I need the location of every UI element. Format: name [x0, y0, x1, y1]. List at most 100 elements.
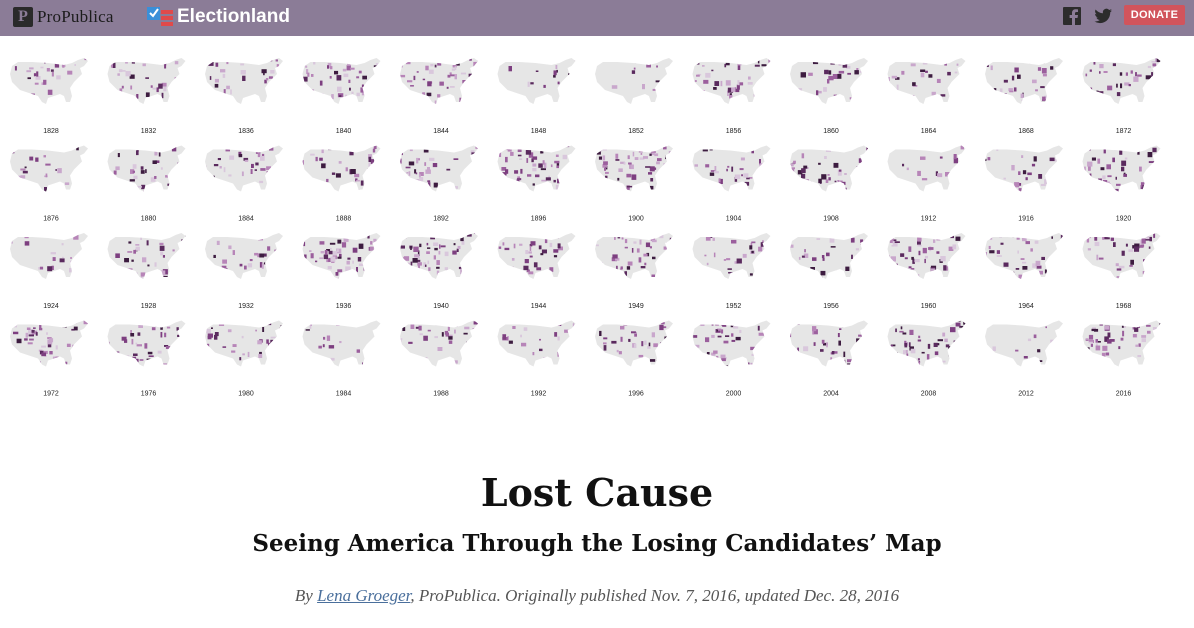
- election-map-1924[interactable]: 1924: [8, 233, 89, 310]
- map-outline: [302, 320, 381, 367]
- election-map-1964[interactable]: 1964: [984, 233, 1066, 310]
- election-map-1840[interactable]: 1840: [302, 56, 384, 135]
- map-year-label: 1936: [336, 303, 352, 310]
- election-map-1960[interactable]: 1960: [886, 233, 969, 310]
- map-year-label: 1904: [726, 216, 742, 223]
- map-year-label: 1884: [238, 216, 254, 223]
- election-map-1848[interactable]: 1848: [496, 56, 577, 135]
- author-link[interactable]: Lena Groeger: [317, 586, 410, 605]
- map-outline: [985, 58, 1063, 104]
- electionland-logo[interactable]: Electionland: [147, 3, 290, 31]
- map-year-label: 1984: [336, 391, 352, 398]
- election-map-1872[interactable]: 1872: [1081, 57, 1166, 135]
- propublica-mark-icon: P: [13, 7, 33, 27]
- map-year-label: 1960: [921, 303, 937, 310]
- election-map-1944[interactable]: 1944: [497, 233, 580, 310]
- map-outline: [400, 145, 478, 192]
- election-map-1980[interactable]: 1980: [205, 320, 286, 398]
- election-map-1972[interactable]: 1972: [10, 319, 91, 398]
- election-map-1852[interactable]: 1852: [594, 58, 675, 135]
- election-map-1908[interactable]: 1908: [788, 144, 871, 223]
- map-outline: [497, 58, 576, 104]
- election-map-1920[interactable]: 1920: [1082, 144, 1164, 223]
- election-map-1836[interactable]: 1836: [203, 56, 287, 135]
- map-year-label: 2000: [726, 391, 742, 398]
- map-year-label: 1900: [628, 216, 644, 223]
- map-outline: [107, 58, 186, 104]
- propublica-logo[interactable]: P ProPublica: [13, 5, 114, 29]
- election-map-1936[interactable]: 1936: [302, 233, 382, 310]
- election-map-1949[interactable]: 1949: [595, 231, 677, 310]
- election-map-1992[interactable]: 1992: [497, 319, 578, 398]
- propublica-wordmark: ProPublica: [37, 7, 114, 26]
- election-map-1868[interactable]: 1868: [985, 58, 1063, 136]
- election-map-1984[interactable]: 1984: [302, 319, 381, 398]
- map-outline: [497, 233, 576, 279]
- election-map-1928[interactable]: 1928: [107, 232, 190, 310]
- election-map-2012[interactable]: 2012: [985, 320, 1065, 398]
- election-map-1988[interactable]: 1988: [399, 320, 480, 398]
- election-map-2016[interactable]: 2016: [1082, 319, 1163, 398]
- election-map-1940[interactable]: 1940: [399, 231, 479, 310]
- map-outline: [302, 145, 381, 192]
- election-map-1904[interactable]: 1904: [692, 144, 776, 223]
- electionland-wordmark: Electionland: [177, 6, 290, 27]
- election-map-1952[interactable]: 1952: [692, 232, 773, 310]
- map-outline: [10, 233, 88, 279]
- election-map-1968[interactable]: 1968: [1082, 231, 1166, 310]
- election-map-grid: 1828 1832 1836 1840 1844 1848 1852 1856 1860 1864…: [0, 36, 1194, 416]
- map-year-label: 1932: [238, 303, 254, 310]
- map-year-label: 1920: [1116, 216, 1132, 223]
- election-map-1976[interactable]: 1976: [106, 319, 186, 398]
- map-year-label: 1976: [141, 391, 157, 398]
- election-map-1864[interactable]: 1864: [887, 57, 966, 135]
- election-map-1996[interactable]: 1996: [593, 319, 674, 398]
- map-year-label: 1844: [433, 128, 449, 135]
- map-outline: [985, 145, 1063, 192]
- page-subtitle: Seeing America Through the Losing Candid…: [252, 530, 942, 557]
- map-year-label: 1872: [1116, 128, 1132, 135]
- map-year-label: 1868: [1018, 128, 1034, 135]
- election-map-1888[interactable]: 1888: [301, 145, 383, 223]
- election-map-1912[interactable]: 1912: [887, 145, 969, 223]
- map-year-label: 1988: [433, 391, 449, 398]
- election-map-2004[interactable]: 2004: [789, 320, 869, 398]
- election-map-1876[interactable]: 1876: [9, 144, 89, 223]
- map-year-label: 1928: [141, 303, 157, 310]
- election-map-1832[interactable]: 1832: [106, 56, 186, 135]
- map-year-label: 1968: [1116, 303, 1132, 310]
- map-outline: [887, 145, 966, 192]
- election-map-1856[interactable]: 1856: [692, 58, 772, 135]
- map-year-label: 1876: [43, 216, 59, 223]
- election-map-1884[interactable]: 1884: [203, 144, 284, 223]
- election-map-1956[interactable]: 1956: [790, 233, 868, 310]
- election-map-2008[interactable]: 2008: [886, 319, 966, 398]
- map-year-label: 1964: [1018, 303, 1034, 310]
- map-year-label: 1864: [921, 128, 937, 135]
- election-map-1932[interactable]: 1932: [205, 233, 286, 310]
- map-outline: [887, 58, 966, 104]
- election-map-1900[interactable]: 1900: [594, 145, 675, 223]
- map-year-label: 1916: [1018, 216, 1034, 223]
- map-year-label: 1892: [433, 216, 449, 223]
- election-map-1828[interactable]: 1828: [9, 56, 93, 135]
- map-year-label: 2012: [1018, 391, 1034, 398]
- election-map-1844[interactable]: 1844: [398, 57, 482, 135]
- election-map-2000[interactable]: 2000: [692, 319, 776, 398]
- map-outline: [205, 145, 283, 192]
- map-year-label: 1924: [43, 303, 59, 310]
- election-map-1916[interactable]: 1916: [983, 144, 1063, 223]
- donate-button[interactable]: DONATE: [1124, 5, 1185, 25]
- map-year-label: 1836: [238, 128, 254, 135]
- map-year-label: 2016: [1116, 391, 1132, 398]
- map-year-label: 1908: [823, 216, 839, 223]
- map-outline: [595, 233, 673, 279]
- facebook-icon[interactable]: [1062, 6, 1082, 26]
- twitter-icon[interactable]: [1093, 6, 1113, 26]
- map-outline: [985, 320, 1063, 367]
- map-year-label: 1852: [628, 128, 644, 135]
- election-map-1892[interactable]: 1892: [398, 144, 482, 223]
- election-map-1860[interactable]: 1860: [790, 58, 868, 136]
- election-map-1896[interactable]: 1896: [497, 145, 578, 223]
- election-map-1880[interactable]: 1880: [107, 145, 189, 223]
